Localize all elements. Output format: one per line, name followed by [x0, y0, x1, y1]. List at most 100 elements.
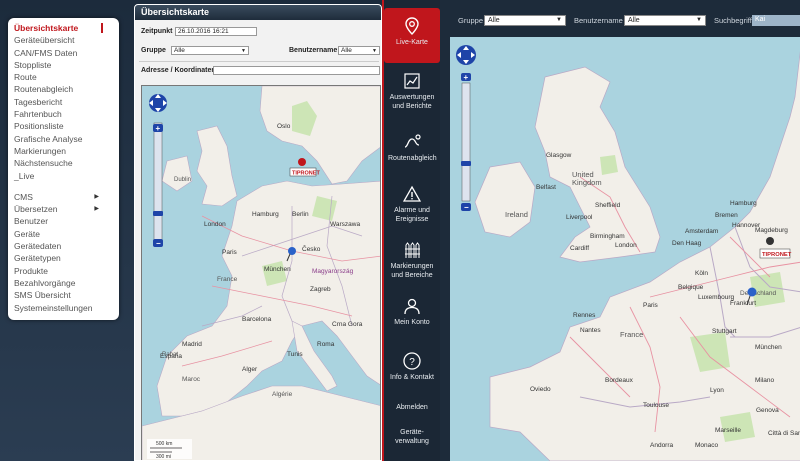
svg-text:Ireland: Ireland — [505, 210, 528, 219]
menu-item-fahrtenbuch[interactable]: Fahrtenbuch — [14, 108, 119, 120]
svg-text:Warszawa: Warszawa — [330, 221, 360, 228]
menu-item-routenabgleich[interactable]: Routenabgleich — [14, 83, 119, 95]
benutzername-select[interactable]: Alle ▼ — [624, 15, 706, 26]
nav-item-ger-te-verwaltung[interactable]: Geräte-verwaltung — [384, 428, 440, 456]
svg-text:London: London — [615, 242, 637, 249]
menu-item-gerätedaten[interactable]: Gerätedaten — [14, 240, 119, 252]
menu-item-route[interactable]: Route — [14, 71, 119, 83]
svg-text:Deutschland: Deutschland — [740, 290, 777, 297]
menu-item-label: Geräte — [14, 228, 40, 239]
nav-item-markierungen-und-bereiche[interactable]: Markierungen und Bereiche — [384, 241, 440, 291]
menu-item-geräte[interactable]: Geräte — [14, 228, 119, 240]
menu-item-sms-übersicht[interactable]: SMS Übersicht — [14, 289, 119, 301]
benutzername-label: Benutzername — [289, 47, 338, 54]
nav-item-mein-konto[interactable]: Mein Konto — [384, 297, 440, 339]
nav-item-auswertungen-und-berichte[interactable]: Auswertungen und Berichte — [384, 72, 440, 120]
overview-map-window: Übersichtskarte Zeitpunkt 26.10.2016 16:… — [134, 4, 382, 461]
benutzername-select[interactable]: Alle ▼ — [338, 46, 380, 55]
svg-text:Paris: Paris — [643, 302, 659, 309]
svg-text:Paris: Paris — [222, 249, 238, 256]
map-pin-icon — [384, 17, 440, 35]
info-icon: ? — [384, 352, 440, 370]
svg-text:Belgique: Belgique — [678, 284, 704, 291]
benutzername-select-value: Alle — [341, 47, 352, 54]
nav-item-label: Geräte-verwaltung — [395, 429, 429, 445]
submenu-arrow-icon: ▶ — [94, 193, 99, 200]
menu-item-grafische-analyse[interactable]: Grafische Analyse — [14, 133, 119, 145]
svg-text:München: München — [264, 266, 291, 273]
menu-item-bezahlvorgänge[interactable]: Bezahlvorgänge — [14, 277, 119, 289]
svg-text:Marseille: Marseille — [715, 427, 741, 434]
menu-item-übersichtskarte[interactable]: Übersichtskarte — [14, 22, 119, 34]
zoom-control[interactable]: + − — [454, 43, 478, 233]
menu-separator — [14, 182, 119, 191]
menu-item-label: Bezahlvorgänge — [14, 277, 76, 288]
svg-text:Liverpool: Liverpool — [566, 214, 593, 221]
menu-item-tagesbericht[interactable]: Tagesbericht — [14, 96, 119, 108]
menu-item-gerätetypen[interactable]: Gerätetypen — [14, 252, 119, 264]
gruppe-select[interactable]: Alle ▼ — [171, 46, 249, 55]
menu-item-produkte[interactable]: Produkte — [14, 265, 119, 277]
svg-text:Česko: Česko — [302, 244, 321, 253]
menu-item-label: Produkte — [14, 265, 49, 276]
svg-text:Cardiff: Cardiff — [570, 245, 589, 252]
svg-text:Magdeburg: Magdeburg — [755, 227, 788, 234]
menu-item-systemeinstellungen[interactable]: Systemeinstellungen — [14, 302, 119, 314]
marker-label: TIPRONET — [762, 252, 792, 258]
svg-text:Tunis: Tunis — [287, 351, 303, 358]
adresse-label: Adresse / Koordinaten — [141, 67, 216, 74]
nav-item-abmelden[interactable]: Abmelden — [384, 403, 440, 417]
menu-item-übersetzen[interactable]: Übersetzen ▶ — [14, 203, 119, 215]
menu-item-markierungen[interactable]: Markierungen — [14, 145, 119, 157]
menu-item-cms[interactable]: CMS ▶ — [14, 191, 119, 203]
svg-text:−: − — [156, 239, 161, 248]
nav-item-info-kontakt[interactable]: ? Info & Kontakt — [384, 352, 440, 394]
menu-item-positionsliste[interactable]: Positionsliste — [14, 120, 119, 132]
svg-text:München: München — [755, 344, 782, 351]
zeitpunkt-input[interactable]: 26.10.2016 16:21 — [175, 27, 257, 36]
legacy-map[interactable]: Oslo Dublin London Hamburg Berlin Warsza… — [141, 85, 381, 460]
window-title: Übersichtskarte — [135, 5, 381, 20]
live-map[interactable]: Glasgow Belfast Ireland United Kingdom S… — [450, 37, 800, 461]
svg-text:Birmingham: Birmingham — [590, 233, 625, 240]
legacy-zoom-control[interactable]: + − — [146, 91, 170, 251]
svg-text:Toulouse: Toulouse — [643, 402, 669, 409]
gruppe-select[interactable]: Alle ▼ — [484, 15, 566, 26]
user-icon — [384, 297, 440, 315]
svg-text:Monaco: Monaco — [695, 442, 719, 449]
menu-item-label: Gerätetypen — [14, 253, 61, 264]
new-interface: Live-Karte Auswertungen und Berichte Route… — [382, 0, 800, 461]
menu-item-stoppliste[interactable]: Stoppliste — [14, 59, 119, 71]
nav-item-alarme-und-ereignisse[interactable]: Alarme und Ereignisse — [384, 185, 440, 235]
legacy-side-menu: Übersichtskarte Geräteübersicht CAN/FMS Da… — [8, 18, 119, 320]
pan-zoom-icon: + − — [149, 94, 167, 248]
nav-item-routenabgleich[interactable]: Routenabgleich — [384, 133, 440, 175]
nav-item-live-karte[interactable]: Live-Karte — [384, 8, 440, 63]
menu-item-label: CMS — [14, 191, 33, 202]
svg-text:Den Haag: Den Haag — [672, 240, 702, 247]
svg-text:Stuttgart: Stuttgart — [712, 328, 737, 335]
svg-text:Madrid: Madrid — [182, 341, 202, 348]
chevron-down-icon: ▼ — [372, 48, 377, 54]
menu-item-can-fms-daten[interactable]: CAN/FMS Daten — [14, 47, 119, 59]
menu-item--live[interactable]: _Live — [14, 170, 119, 182]
menu-item-geräteübersicht[interactable]: Geräteübersicht — [14, 34, 119, 46]
svg-text:Amsterdam: Amsterdam — [685, 228, 718, 235]
nav-item-label: Live-Karte — [396, 39, 428, 46]
svg-text:Crna Gora: Crna Gora — [332, 321, 363, 328]
menu-item-nächstensuche[interactable]: Nächstensuche — [14, 157, 119, 169]
chart-icon — [384, 72, 440, 90]
menu-item-label: Gerätedaten — [14, 241, 62, 252]
submenu-arrow-icon: ▶ — [94, 206, 99, 213]
legacy-interface: Übersichtskarte Geräteübersicht CAN/FMS Da… — [0, 0, 382, 461]
svg-text:Alger: Alger — [242, 366, 258, 373]
search-input[interactable]: Kai — [752, 15, 800, 26]
nav-item-label: Abmelden — [396, 404, 428, 411]
svg-text:Andorra: Andorra — [650, 442, 674, 449]
svg-text:Dublin: Dublin — [174, 177, 191, 183]
chevron-down-icon: ▼ — [556, 17, 562, 23]
menu-item-benutzer[interactable]: Benutzer — [14, 215, 119, 227]
adresse-input[interactable] — [213, 66, 380, 75]
svg-text:Bremen: Bremen — [715, 212, 738, 219]
svg-text:Hamburg: Hamburg — [730, 200, 757, 207]
